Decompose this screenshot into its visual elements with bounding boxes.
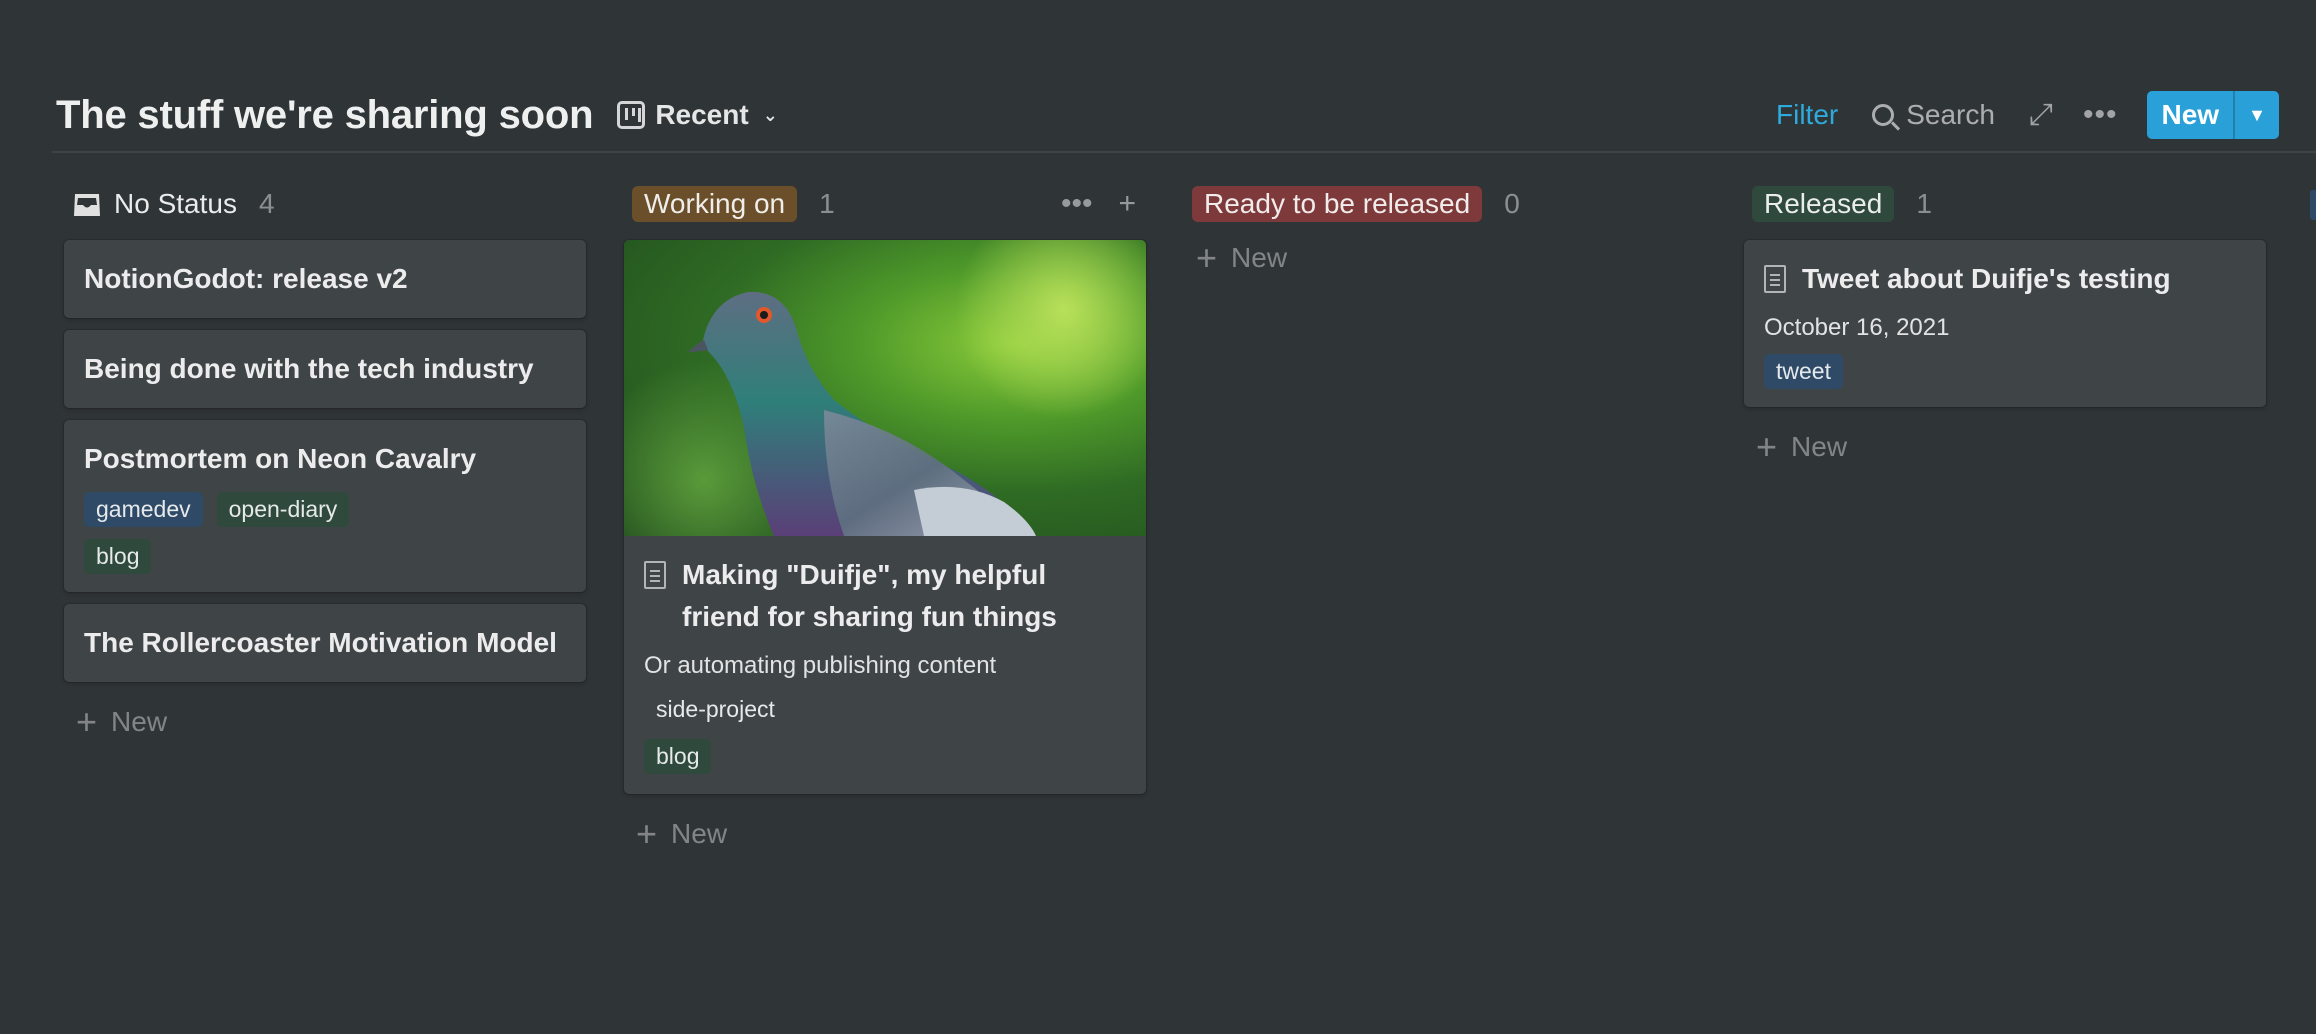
add-card-button[interactable]: + New (1184, 240, 1706, 276)
column-title: Working on (632, 186, 798, 222)
board-card[interactable]: Making "Duifje", my helpful friend for s… (624, 240, 1146, 794)
column-header: No Status 4 (64, 180, 586, 228)
card-subtitle: Or automating publishing content (644, 652, 997, 679)
search-icon (1872, 104, 1895, 126)
inbox-icon (74, 194, 100, 216)
tag: blog (644, 739, 712, 774)
column-actions: ••• + (1061, 187, 1146, 221)
column-title: Ready to be released (1192, 186, 1483, 222)
new-button[interactable]: New (2147, 91, 2234, 139)
filter-button[interactable]: Filter (1776, 99, 1838, 131)
page-icon (644, 561, 666, 589)
pigeon-image (688, 291, 1036, 536)
tag: open-diary (216, 492, 350, 527)
column-count: 4 (258, 188, 275, 219)
tag-list: gamedev open-diary (84, 492, 566, 527)
card-title-row: Making "Duifje", my helpful friend for s… (644, 554, 1126, 638)
plus-icon[interactable]: + (1118, 187, 1136, 221)
new-button-group: New ▼ (2147, 91, 2280, 139)
card-title: The Rollercoaster Motivation Model (84, 627, 557, 658)
add-card-label: New (1231, 242, 1288, 273)
column-title: Released (1752, 186, 1895, 222)
column-header: Released 1 (1744, 180, 2266, 228)
card-title: Tweet about Duifje's testing (1802, 263, 2171, 294)
column-ready-to-be-released: Ready to be released 0 + New (1184, 180, 1706, 276)
search-label: Search (1906, 99, 1995, 130)
add-card-button[interactable]: + New (1744, 429, 2266, 465)
card-title: Postmortem on Neon Cavalry (84, 443, 477, 474)
column-count: 1 (819, 188, 835, 219)
column-released: Released 1 Tweet about Duifje's testing … (1744, 180, 2266, 465)
column-count: 0 (1504, 188, 1520, 219)
card-title: Making "Duifje", my helpful friend for s… (682, 559, 1057, 632)
card-title: Being done with the tech industry (84, 353, 534, 384)
expand-icon[interactable]: ⤢ (2029, 98, 2053, 132)
tag-list: blog (84, 539, 566, 574)
column-header: Ready to be released 0 (1184, 180, 1706, 228)
add-card-label: New (1791, 431, 1848, 462)
tag-list: side-project (644, 692, 1126, 727)
next-column-edge (2310, 190, 2316, 220)
tag: gamedev (84, 492, 203, 527)
plus-icon: + (76, 701, 98, 742)
board-card[interactable]: Being done with the tech industry (64, 330, 586, 408)
board-card[interactable]: Postmortem on Neon Cavalry gamedev open-… (64, 420, 586, 592)
page-icon (1764, 265, 1786, 293)
more-icon[interactable]: ••• (2083, 98, 2118, 132)
more-icon[interactable]: ••• (1061, 187, 1093, 221)
tag-list: blog (644, 739, 1126, 774)
add-card-button[interactable]: + New (624, 816, 1146, 852)
board-icon (617, 101, 646, 129)
board-header: The stuff we're sharing soon Recent ⌄ Fi… (56, 74, 2316, 156)
tag: side-project (656, 696, 775, 722)
column-title: No Status (114, 188, 237, 219)
add-card-button[interactable]: + New (64, 704, 586, 740)
column-working-on: Working on 1 ••• + Making "Duifje", my h… (624, 180, 1146, 852)
add-card-label: New (111, 706, 168, 737)
board-card[interactable]: Tweet about Duifje's testing October 16,… (1744, 240, 2266, 407)
tag-list: tweet (1764, 354, 2246, 389)
board-card[interactable]: NotionGodot: release v2 (64, 240, 586, 318)
plus-icon: + (1756, 426, 1778, 467)
view-switcher[interactable]: Recent ⌄ (617, 99, 778, 131)
card-date: October 16, 2021 (1764, 314, 1950, 341)
header-divider (52, 151, 2316, 153)
header-actions: Filter Search ⤢ ••• New ▼ (1776, 74, 2280, 156)
tag: blog (84, 539, 152, 574)
board-page: The stuff we're sharing soon Recent ⌄ Fi… (0, 0, 2316, 1034)
add-card-label: New (671, 818, 728, 849)
chevron-down-icon[interactable]: ▼ (2233, 91, 2280, 139)
board-card[interactable]: The Rollercoaster Motivation Model (64, 604, 586, 682)
card-cover-image (624, 240, 1146, 536)
chevron-down-icon: ⌄ (762, 104, 778, 125)
column-count: 1 (1916, 188, 1932, 219)
plus-icon: + (1196, 237, 1218, 278)
tag: tweet (1764, 354, 1843, 389)
card-title-row: Tweet about Duifje's testing (1764, 258, 2246, 300)
column-header: Working on 1 ••• + (624, 180, 1146, 228)
column-no-status: No Status 4 NotionGodot: release v2 Bein… (64, 180, 586, 740)
plus-icon: + (636, 813, 658, 854)
page-title: The stuff we're sharing soon (56, 92, 594, 137)
search-button[interactable]: Search (1872, 99, 1995, 131)
view-label: Recent (655, 99, 749, 130)
card-title: NotionGodot: release v2 (84, 263, 408, 294)
